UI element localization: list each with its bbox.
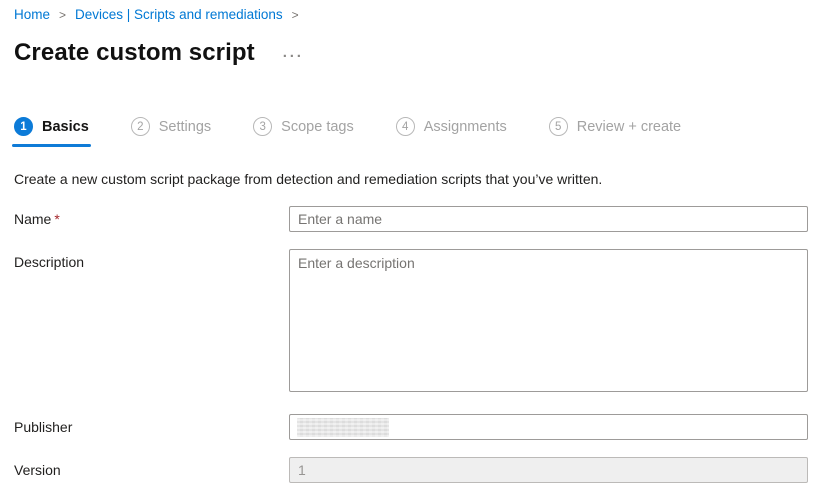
description-row: Description xyxy=(14,249,808,397)
tab-assignments-label: Assignments xyxy=(424,119,507,135)
create-custom-script-blade: Home > Devices | Scripts and remediation… xyxy=(0,0,822,483)
redacted-publisher-value xyxy=(297,418,389,437)
publisher-row: Publisher xyxy=(14,414,808,440)
tab-scope-tags-label: Scope tags xyxy=(281,119,354,135)
version-label: Version xyxy=(14,457,289,478)
step-4-badge: 4 xyxy=(396,117,415,136)
breadcrumb-separator-icon: > xyxy=(59,7,66,23)
tab-basics-label: Basics xyxy=(42,119,89,135)
name-row: Name* xyxy=(14,206,808,232)
description-label: Description xyxy=(14,249,289,270)
description-input[interactable] xyxy=(289,249,808,392)
name-input[interactable] xyxy=(289,206,808,232)
version-row: Version xyxy=(14,457,808,483)
context-menu-ellipsis-icon[interactable]: ··· xyxy=(283,49,304,64)
tab-settings-label: Settings xyxy=(159,119,211,135)
tab-scope-tags[interactable]: 3 Scope tags xyxy=(253,117,354,147)
basics-form: Name* Description Publisher Version xyxy=(14,206,808,483)
tab-review-create-label: Review + create xyxy=(577,119,681,135)
wizard-steps: 1 Basics 2 Settings 3 Scope tags 4 Assig… xyxy=(14,117,808,147)
step-3-badge: 3 xyxy=(253,117,272,136)
title-row: Create custom script ··· xyxy=(14,39,808,67)
publisher-label: Publisher xyxy=(14,414,289,435)
tab-settings[interactable]: 2 Settings xyxy=(131,117,211,147)
required-asterisk: * xyxy=(54,211,59,227)
tab-review-create[interactable]: 5 Review + create xyxy=(549,117,681,147)
step-1-badge: 1 xyxy=(14,117,33,136)
intro-text: Create a new custom script package from … xyxy=(14,171,808,187)
breadcrumb-separator-icon: > xyxy=(292,7,299,23)
step-2-badge: 2 xyxy=(131,117,150,136)
breadcrumb: Home > Devices | Scripts and remediation… xyxy=(14,7,808,23)
tab-assignments[interactable]: 4 Assignments xyxy=(396,117,507,147)
name-label: Name* xyxy=(14,206,289,227)
page-title: Create custom script xyxy=(14,39,255,67)
tab-basics[interactable]: 1 Basics xyxy=(14,117,89,147)
breadcrumb-link-home[interactable]: Home xyxy=(14,7,50,23)
breadcrumb-link-devices-scripts[interactable]: Devices | Scripts and remediations xyxy=(75,7,283,23)
step-5-badge: 5 xyxy=(549,117,568,136)
version-input xyxy=(289,457,808,483)
